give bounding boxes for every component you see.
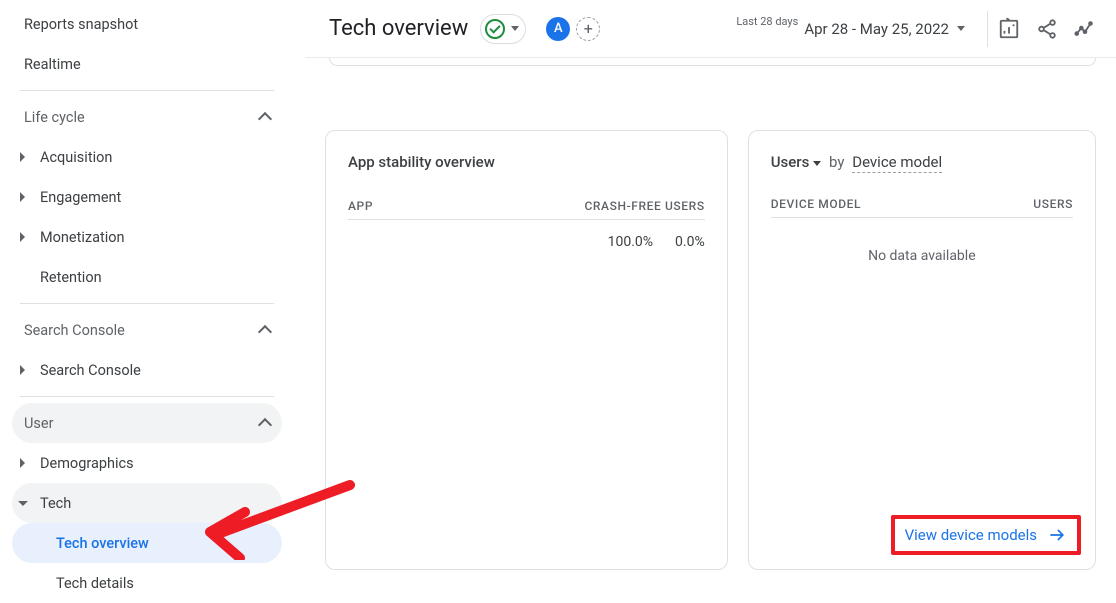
customize-report-icon[interactable]	[998, 18, 1020, 40]
label: Search Console	[24, 322, 125, 339]
date-preset-label: Last 28 days	[736, 15, 798, 28]
share-icon[interactable]	[1036, 18, 1058, 40]
chevron-down-icon	[957, 26, 965, 31]
nav-search-console[interactable]: Search Console	[12, 350, 282, 390]
view-device-models-link[interactable]: View device models	[905, 526, 1037, 544]
insights-icon[interactable]	[1074, 18, 1096, 40]
nav-tech[interactable]: Tech	[12, 483, 282, 523]
sidebar: Reports snapshot Realtime Life cycle Acq…	[0, 0, 292, 590]
card-edge	[329, 58, 1096, 66]
group-user[interactable]: User	[12, 403, 282, 443]
table-row: 100.0% 0.0%	[348, 220, 705, 250]
table-header: DEVICE MODEL USERS	[771, 197, 1073, 218]
group-life-cycle[interactable]: Life cycle	[12, 97, 282, 137]
label: Demographics	[40, 455, 134, 472]
label: Engagement	[40, 189, 121, 206]
label: Realtime	[24, 56, 81, 73]
col-crash-free: CRASH-FREE USERS	[584, 199, 704, 213]
check-circle-icon	[485, 19, 505, 39]
col-app: APP	[348, 199, 373, 213]
divider	[20, 303, 274, 304]
page-title: Tech overview	[329, 16, 468, 41]
card-title: Users by Device model	[771, 153, 1073, 171]
chevron-down-icon	[813, 161, 821, 166]
date-range-text: Apr 28 - May 25, 2022	[804, 20, 949, 38]
nav-engagement[interactable]: Engagement	[12, 177, 282, 217]
nav-realtime[interactable]: Realtime	[12, 44, 282, 84]
col-device-model: DEVICE MODEL	[771, 197, 861, 211]
nav-retention[interactable]: Retention	[12, 257, 282, 297]
caret-icon	[20, 192, 25, 202]
cell-value: 0.0%	[675, 234, 705, 250]
arrow-right-icon	[1047, 525, 1067, 545]
label: Monetization	[40, 229, 125, 246]
caret-icon	[20, 458, 25, 468]
divider	[20, 396, 274, 397]
table-header: APP CRASH-FREE USERS	[348, 199, 705, 220]
nav-monetization[interactable]: Monetization	[12, 217, 282, 257]
label: Retention	[40, 269, 102, 286]
group-search-console[interactable]: Search Console	[12, 310, 282, 350]
chevron-up-icon	[258, 417, 270, 429]
caret-icon	[20, 152, 25, 162]
dimension-dropdown[interactable]: Device model	[852, 153, 942, 173]
app-stability-card: App stability overview APP CRASH-FREE US…	[325, 130, 728, 570]
nav-reports-snapshot[interactable]: Reports snapshot	[12, 4, 282, 44]
caret-icon	[20, 365, 25, 375]
chevron-up-icon	[258, 111, 270, 123]
label: Search Console	[40, 362, 141, 379]
nav-tech-details[interactable]: Tech details	[12, 563, 282, 603]
audience-badge[interactable]: A	[546, 17, 570, 41]
nav-acquisition[interactable]: Acquisition	[12, 137, 282, 177]
chevron-up-icon	[258, 324, 270, 336]
header-actions	[987, 11, 1106, 47]
no-data-message: No data available	[771, 248, 1073, 264]
nav-demographics[interactable]: Demographics	[12, 443, 282, 483]
label: Reports snapshot	[24, 16, 138, 33]
chevron-down-icon	[511, 26, 519, 31]
device-model-card: Users by Device model DEVICE MODEL USERS…	[748, 130, 1096, 570]
metric-dropdown[interactable]: Users	[771, 153, 822, 171]
by-label: by	[829, 153, 844, 171]
caret-down-icon	[18, 501, 28, 506]
col-users: USERS	[1033, 197, 1073, 211]
cell-value: 100.0%	[608, 234, 653, 250]
label: User	[24, 415, 54, 432]
header-bar: Tech overview A + Last 28 days Apr 28 - …	[305, 0, 1116, 58]
label: Tech overview	[56, 535, 149, 552]
nav-tech-overview[interactable]: Tech overview	[12, 523, 282, 563]
view-device-models-highlight: View device models	[891, 515, 1081, 555]
label: Tech	[40, 495, 71, 512]
date-range-picker[interactable]: Last 28 days Apr 28 - May 25, 2022	[736, 20, 975, 38]
caret-icon	[20, 232, 25, 242]
card-title: App stability overview	[348, 153, 705, 171]
label: Tech details	[56, 575, 134, 592]
label: Life cycle	[24, 109, 85, 126]
add-comparison-button[interactable]: +	[576, 17, 600, 41]
label: Acquisition	[40, 149, 112, 166]
divider	[20, 90, 274, 91]
status-dropdown[interactable]	[480, 14, 526, 44]
content-area: App stability overview APP CRASH-FREE US…	[305, 58, 1116, 590]
